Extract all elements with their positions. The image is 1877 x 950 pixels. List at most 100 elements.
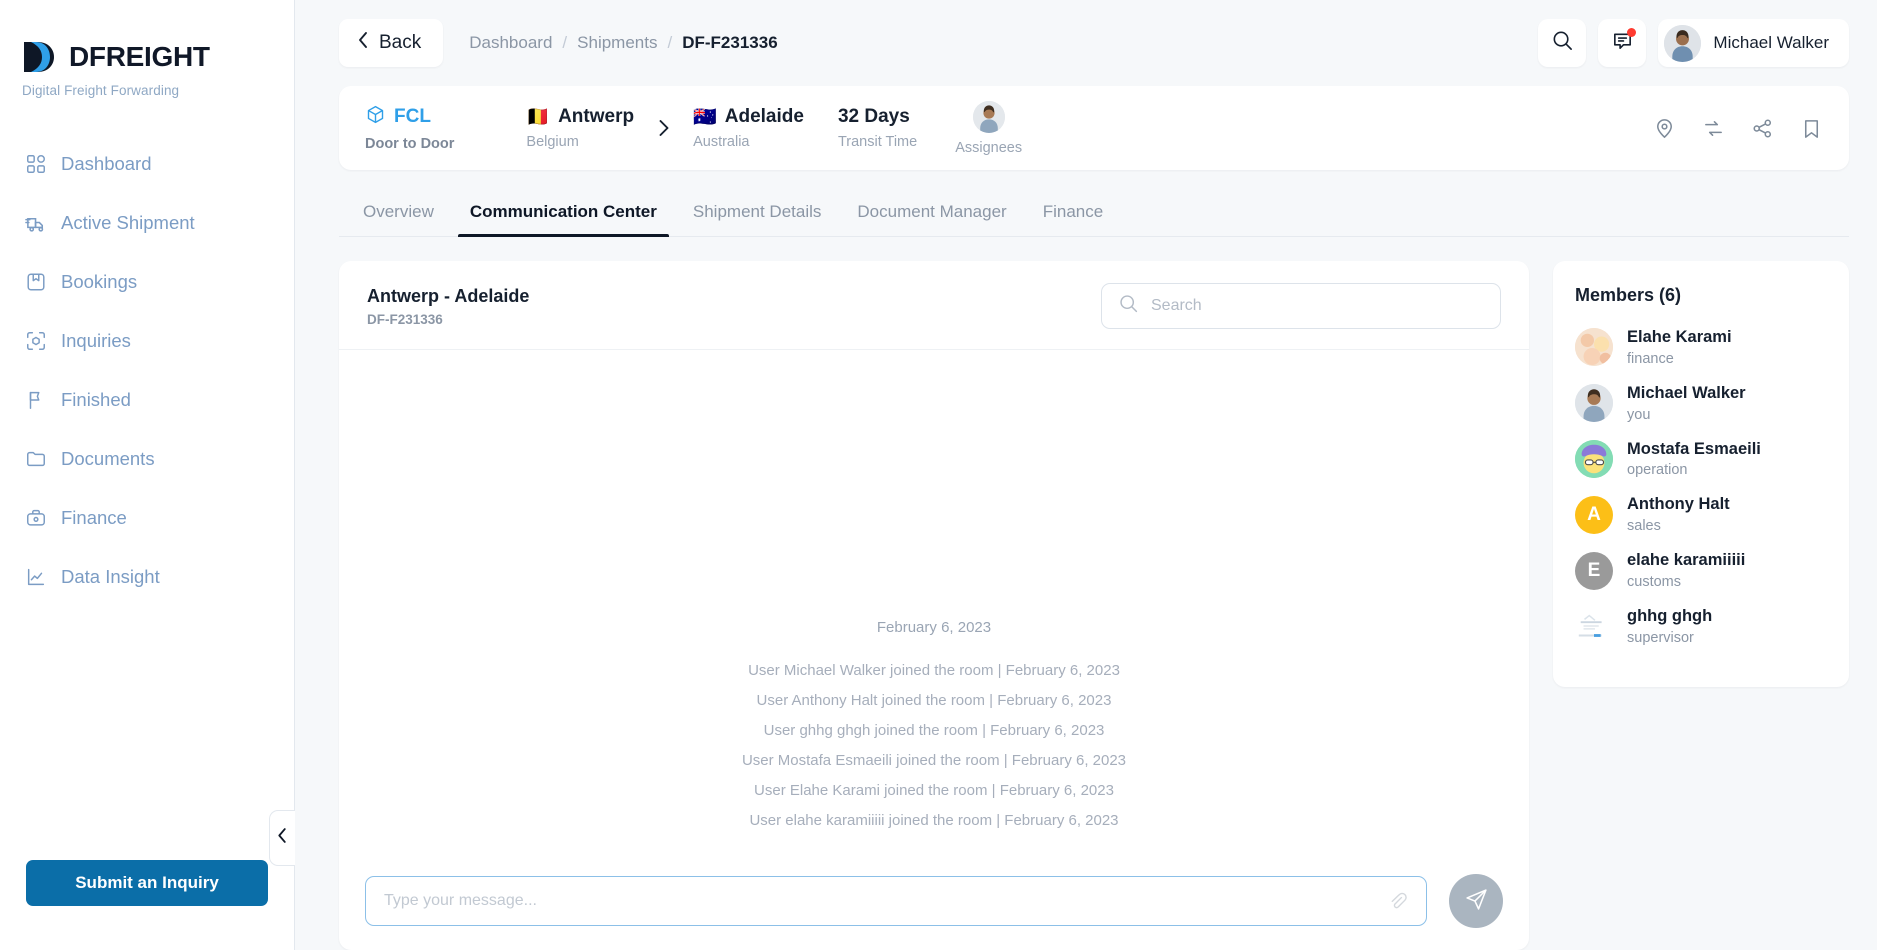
sidebar-item-finance[interactable]: Finance [0, 494, 294, 542]
sidebar-item-bookings[interactable]: Bookings [0, 258, 294, 306]
shipment-mode-sub: Door to Door [365, 136, 455, 153]
sidebar-item-documents[interactable]: Documents [0, 435, 294, 483]
shipment-mode-value: FCL [394, 106, 431, 128]
member-item[interactable]: ghhg ghgh supervisor [1575, 607, 1827, 646]
transit-time-label: Transit Time [837, 133, 918, 150]
system-message: User Elahe Karami joined the room | Febr… [754, 782, 1114, 799]
brand-name: DFREIGHT [69, 41, 210, 72]
breadcrumb-separator: / [667, 33, 673, 52]
refresh-icon[interactable] [1702, 117, 1725, 140]
assignees-label: Assignees [955, 139, 1023, 156]
chat-search-box[interactable] [1101, 283, 1501, 329]
sidebar-item-label: Finished [61, 389, 131, 410]
submit-inquiry-button[interactable]: Submit an Inquiry [26, 860, 268, 906]
communication-center: Antwerp - Adelaide DF-F231336 Search Feb… [339, 261, 1849, 950]
system-message: User ghhg ghgh joined the room | Februar… [763, 722, 1105, 739]
tab-bar: Overview Communication Center Shipment D… [339, 192, 1849, 237]
tab-finance[interactable]: Finance [1025, 192, 1121, 236]
cube-icon [365, 104, 386, 131]
tab-shipment-details[interactable]: Shipment Details [675, 192, 840, 236]
sidebar-item-active-shipment[interactable]: Active Shipment [0, 199, 294, 247]
back-button[interactable]: Back [339, 19, 444, 67]
tab-communication-center[interactable]: Communication Center [452, 192, 675, 237]
sidebar-item-label: Documents [61, 448, 155, 469]
system-message: User Anthony Halt joined the room | Febr… [756, 692, 1112, 709]
truck-icon [24, 211, 48, 235]
transit-time-value: 32 Days [837, 106, 910, 128]
chat-room-title: Antwerp - Adelaide [367, 285, 530, 306]
briefcase-icon [24, 506, 48, 530]
tab-document-manager[interactable]: Document Manager [839, 192, 1024, 236]
member-name: Mostafa Esmaeili [1627, 439, 1761, 458]
sidebar-item-dashboard[interactable]: Dashboard [0, 140, 294, 188]
member-item[interactable]: E elahe karamiiiii customs [1575, 551, 1827, 590]
app-root: DFREIGHT Digital Freight Forwarding Dash… [0, 0, 1877, 950]
chat-header: Antwerp - Adelaide DF-F231336 [339, 261, 1529, 350]
bookmark-icon[interactable] [1800, 117, 1823, 140]
transit-time: 32 Days Transit Time [838, 106, 917, 150]
notification-badge [1627, 28, 1637, 37]
avatar-initial: A [1575, 495, 1613, 534]
send-button[interactable] [1449, 874, 1503, 928]
shipment-info-card: FCL Door to Door 🇧🇪 Antwerp Belgium 🇦🇺 A… [339, 86, 1849, 170]
message-input[interactable] [384, 892, 1387, 910]
belgium-flag-icon: 🇧🇪 [526, 106, 551, 128]
sidebar-item-label: Data Insight [61, 566, 160, 587]
chevron-left-icon [277, 827, 288, 849]
send-icon [1464, 887, 1489, 915]
sidebar-item-finished[interactable]: Finished [0, 376, 294, 424]
messages-button[interactable] [1598, 19, 1647, 67]
destination-port: 🇦🇺 Adelaide Australia [693, 106, 804, 150]
message-input-wrapper[interactable] [365, 876, 1427, 926]
member-role: customs [1627, 573, 1681, 590]
flag-icon [24, 388, 48, 412]
user-menu[interactable]: Michael Walker [1658, 19, 1849, 67]
member-role: supervisor [1627, 629, 1694, 646]
content: FCL Door to Door 🇧🇪 Antwerp Belgium 🇦🇺 A… [295, 86, 1877, 950]
member-name: Elahe Karami [1627, 328, 1732, 346]
avatar [1575, 328, 1613, 367]
breadcrumb-current: DF-F231336 [682, 33, 778, 52]
search-icon [1551, 29, 1574, 57]
system-message: User Michael Walker joined the room | Fe… [748, 662, 1120, 679]
member-item[interactable]: Michael Walker you [1575, 384, 1827, 423]
sidebar-item-label: Bookings [61, 271, 138, 292]
member-name: ghhg ghgh [1627, 606, 1713, 625]
destination-country: Australia [693, 133, 750, 150]
avatar-initial: E [1575, 551, 1613, 590]
avatar [972, 100, 1005, 133]
dfreight-logo-icon [22, 40, 60, 74]
chat-room-id: DF-F231336 [367, 311, 443, 327]
message-list: February 6, 2023 User Michael Walker joi… [339, 350, 1529, 856]
member-item[interactable]: Mostafa Esmaeili operation [1575, 439, 1827, 478]
breadcrumb-item-shipments[interactable]: Shipments [577, 33, 657, 53]
sidebar-item-data-insight[interactable]: Data Insight [0, 553, 294, 601]
sidebar-footer: Submit an Inquiry [0, 860, 294, 950]
member-role: you [1627, 406, 1651, 423]
chat-search-input[interactable] [1151, 297, 1484, 315]
australia-flag-icon: 🇦🇺 [693, 106, 717, 128]
search-button[interactable] [1538, 19, 1587, 67]
sidebar-item-label: Inquiries [61, 330, 131, 351]
sidebar-item-inquiries[interactable]: Inquiries [0, 317, 294, 365]
origin-country: Belgium [526, 133, 579, 150]
sidebar-collapse-button[interactable] [269, 810, 295, 866]
share-icon[interactable] [1751, 117, 1774, 140]
member-name: elahe karamiiiii [1627, 551, 1746, 570]
grid-icon [24, 152, 48, 176]
destination-city: Adelaide [724, 106, 804, 128]
scan-cube-icon [24, 329, 48, 353]
breadcrumb-item-dashboard[interactable]: Dashboard [469, 33, 552, 53]
chart-line-icon [24, 565, 48, 589]
assignees[interactable]: Assignees [955, 100, 1023, 156]
member-item[interactable]: A Anthony Halt sales [1575, 495, 1827, 534]
main-area: Back Dashboard / Shipments / DF-F231336 [295, 0, 1877, 950]
chevron-left-icon [357, 31, 369, 55]
location-pin-icon[interactable] [1653, 117, 1676, 140]
avatar [1575, 439, 1613, 478]
member-item[interactable]: Elahe Karami finance [1575, 328, 1827, 367]
user-name: Michael Walker [1713, 33, 1829, 52]
paperclip-icon[interactable] [1387, 891, 1408, 912]
shipment-mode: FCL Door to Door [365, 104, 455, 153]
tab-overview[interactable]: Overview [345, 192, 452, 236]
